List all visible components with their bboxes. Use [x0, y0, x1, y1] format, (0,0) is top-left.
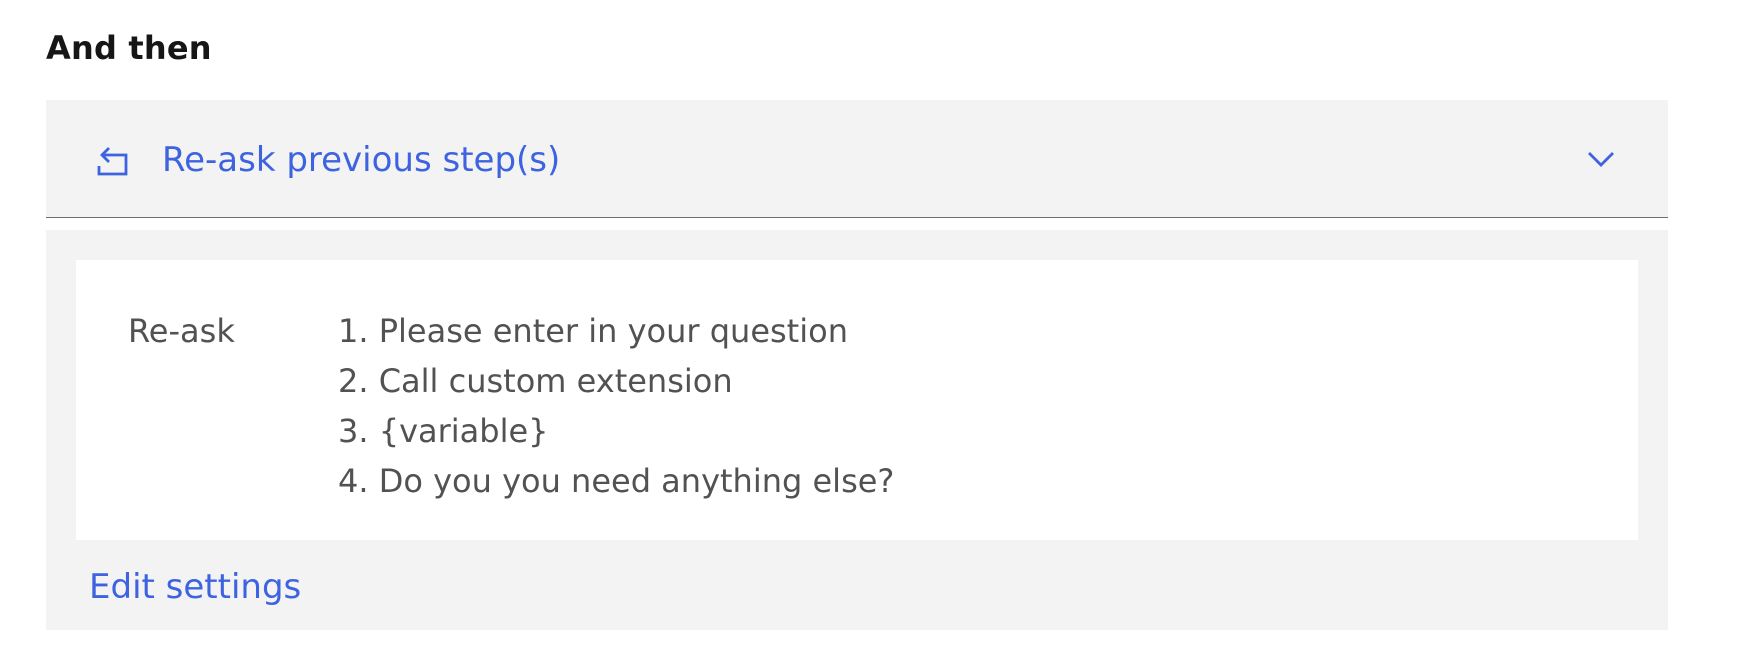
chevron-down-icon[interactable] — [1586, 148, 1616, 170]
section-title: And then — [46, 29, 212, 67]
step-item: 1. Please enter in your question — [338, 312, 848, 350]
steps-list: 1. Please enter in your question 2. Call… — [338, 306, 894, 506]
reask-details-card: Re-ask 1. Please enter in your question … — [76, 260, 1638, 540]
step-item: 2. Call custom extension — [338, 362, 733, 400]
reask-dropdown[interactable]: Re-ask previous step(s) — [46, 100, 1668, 218]
dropdown-label: Re-ask previous step(s) — [162, 140, 561, 180]
edit-settings-link[interactable]: Edit settings — [89, 565, 301, 609]
step-item: 4. Do you you need anything else? — [338, 462, 895, 500]
settings-panel: Re-ask 1. Please enter in your question … — [46, 230, 1668, 630]
return-arrow-icon — [95, 145, 131, 177]
reask-label: Re-ask — [128, 312, 235, 350]
step-item: 3. {variable} — [338, 412, 549, 450]
